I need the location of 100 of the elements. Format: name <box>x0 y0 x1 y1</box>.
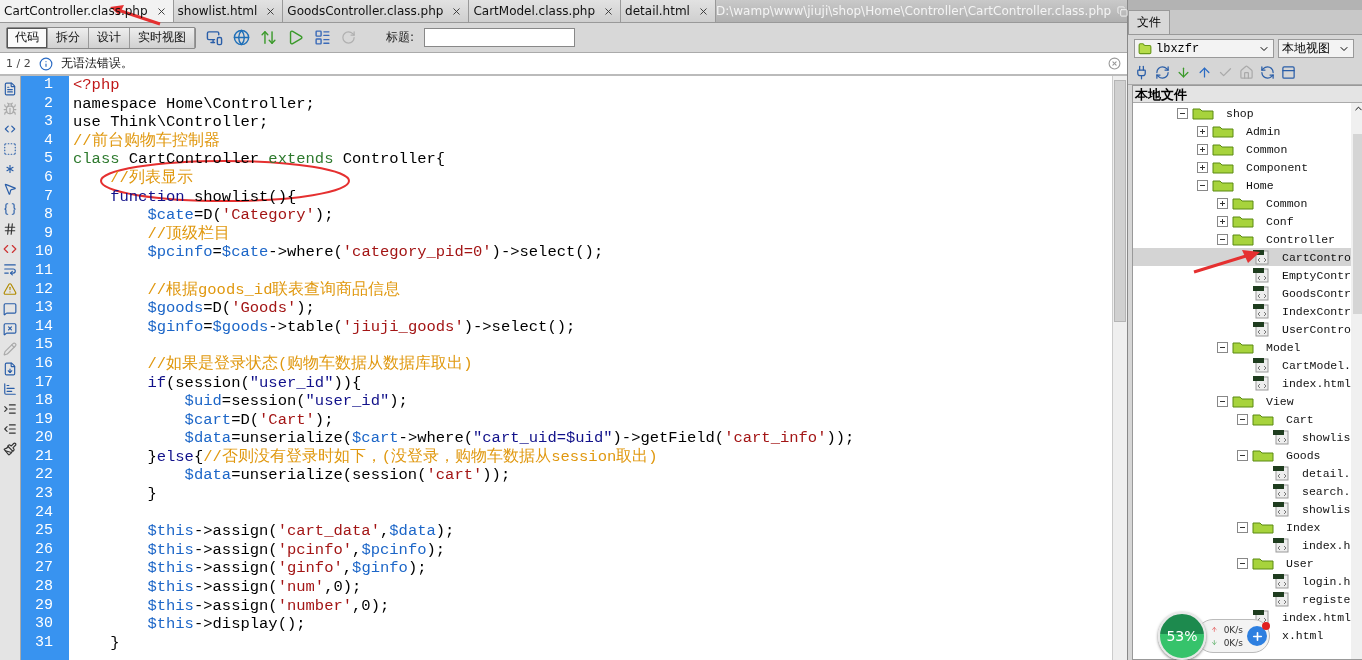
line-number: 13 <box>34 299 54 318</box>
code-line: namespace Home\Controller; <box>73 94 316 114</box>
code-line: //顶级栏目 <box>146 224 231 244</box>
view-button[interactable]: 代码 <box>7 27 48 48</box>
page-indicator: 1 / 2 <box>6 57 31 70</box>
download-rate: 0K/s <box>1223 637 1243 648</box>
tree-item[interactable]: registe <box>1302 592 1351 606</box>
line-number: 16 <box>34 354 54 374</box>
line-number: 24 <box>34 503 54 523</box>
line-number: 1 <box>43 76 54 95</box>
tree-item[interactable]: Model <box>1266 340 1301 354</box>
line-number: 25 <box>34 522 54 541</box>
tree-item[interactable]: search. <box>1302 484 1351 498</box>
tree-item[interactable]: showlis <box>1302 502 1351 516</box>
tree-item[interactable]: detail. <box>1302 466 1351 480</box>
tree-item[interactable]: UserContro <box>1282 322 1351 336</box>
code-line: $this->assign('pcinfo',$pcinfo); <box>146 540 447 560</box>
code-line: //前台购物车控制器 <box>73 131 221 151</box>
tree-item[interactable]: Component <box>1246 160 1309 174</box>
panel-tab[interactable]: 文件 <box>1128 10 1170 34</box>
line-number: 26 <box>34 540 54 560</box>
line-number: 27 <box>34 559 54 579</box>
code-line: } <box>146 485 158 504</box>
tree-item[interactable]: Home <box>1246 178 1274 192</box>
tree-item[interactable]: Index <box>1286 520 1321 534</box>
line-number: 9 <box>43 224 54 244</box>
view-button[interactable]: 实时视图 <box>130 27 195 48</box>
code-line: $cart=D('Cart'); <box>183 410 335 430</box>
tree-item[interactable]: login.h <box>1302 574 1351 588</box>
tree-item[interactable]: IndexContr <box>1282 304 1351 318</box>
code-line: $this->display(); <box>146 615 307 634</box>
tree-item[interactable]: Common <box>1266 196 1308 210</box>
tree-item[interactable]: CartContro <box>1282 250 1351 264</box>
line-number: 22 <box>34 466 54 486</box>
line-number: 20 <box>34 429 54 448</box>
tree-item[interactable]: showlis <box>1302 430 1351 444</box>
tree-item[interactable]: Common <box>1246 142 1288 156</box>
code-line: $cate=D('Category'); <box>146 206 335 225</box>
tree-item[interactable]: Cart <box>1286 412 1314 426</box>
status-message: 无语法错误。 <box>60 55 133 72</box>
code-line: $uid=session("user_id"); <box>183 392 409 411</box>
code-line: $this->assign('ginfo',$ginfo); <box>146 559 428 579</box>
code-line: }else{//否则没有登录时如下，(没登录，购物车数据从session取出) <box>146 447 659 467</box>
site-dropdown[interactable]: lbxzfr <box>1134 39 1274 58</box>
file-path: D:\wamp\www\jiuji\shop\Home\Controller\CartController.class.php <box>715 4 1112 18</box>
view-button[interactable]: 拆分 <box>48 27 89 48</box>
document-tab[interactable]: CartModel.class.php <box>469 0 622 22</box>
document-tab[interactable]: GoodsController.class.php <box>283 0 470 22</box>
line-number: 23 <box>34 485 54 504</box>
line-number: 15 <box>34 336 54 355</box>
tree-item[interactable]: CartModel. <box>1282 358 1351 372</box>
tree-item[interactable]: User <box>1286 556 1314 570</box>
line-number: 10 <box>34 243 54 262</box>
tree-item[interactable]: EmptyContr <box>1282 268 1351 282</box>
line-number: 4 <box>43 131 54 151</box>
tree-item[interactable]: Conf <box>1266 214 1294 228</box>
tree-item[interactable]: shop <box>1226 106 1254 120</box>
line-number: 18 <box>34 392 54 411</box>
title-label: 标题: <box>386 29 415 46</box>
line-number: 3 <box>43 113 54 132</box>
view-button[interactable]: 设计 <box>89 27 130 48</box>
tree-item[interactable]: index.h <box>1302 538 1351 552</box>
line-number: 31 <box>34 633 54 653</box>
line-number: 29 <box>34 596 54 616</box>
code-line: if(session("user_id")){ <box>146 373 363 393</box>
tree-item[interactable]: View <box>1266 394 1294 408</box>
line-number: 8 <box>43 206 54 225</box>
code-line: $data=unserialize($cart->where("cart_uid=$uid")->getField('cart_info')); <box>183 429 856 448</box>
line-number: 21 <box>34 447 54 467</box>
document-tab[interactable]: detail.html <box>621 0 716 22</box>
line-number: 30 <box>34 615 54 634</box>
code-line: $this->assign('num',0); <box>146 578 363 597</box>
view-dropdown[interactable]: 本地视图 <box>1278 39 1354 58</box>
line-number: 11 <box>34 261 54 281</box>
tree-item[interactable]: index.html <box>1282 376 1351 390</box>
code-line: <?php <box>73 76 121 95</box>
tree-item[interactable]: Controller <box>1266 232 1335 246</box>
tree-item[interactable]: x.html <box>1282 628 1324 642</box>
code-line: $this->assign('number',0); <box>146 596 391 616</box>
code-line: } <box>109 633 121 653</box>
document-tab[interactable]: showlist.html <box>173 0 284 22</box>
code-line: //根据goods_id联表查询商品信息 <box>146 280 402 300</box>
line-number: 14 <box>34 317 54 337</box>
line-number: 6 <box>43 168 54 188</box>
code-line: $data=unserialize(session('cart')); <box>183 466 512 486</box>
code-line: //列表显示 <box>109 168 194 188</box>
code-line: $this->assign('cart_data',$data); <box>146 522 456 541</box>
upload-rate: 0K/s <box>1223 624 1243 635</box>
code-line: use Think\Controller; <box>73 113 270 132</box>
code-line: //如果是登录状态(购物车数据从数据库取出) <box>146 354 474 374</box>
code-line: $pcinfo=$cate->where('category_pid=0')->select(); <box>146 243 605 262</box>
line-number: 5 <box>43 150 54 169</box>
tree-item[interactable]: Goods <box>1286 448 1321 462</box>
tree-item[interactable]: GoodsContr <box>1282 286 1351 300</box>
tree-item[interactable]: index.html <box>1282 610 1351 624</box>
code-line: $goods=D('Goods'); <box>146 299 316 318</box>
tree-item[interactable]: Admin <box>1246 124 1281 138</box>
line-number: 17 <box>34 373 54 393</box>
line-number: 12 <box>34 280 54 300</box>
tree-header: 本地文件 <box>1133 86 1362 103</box>
